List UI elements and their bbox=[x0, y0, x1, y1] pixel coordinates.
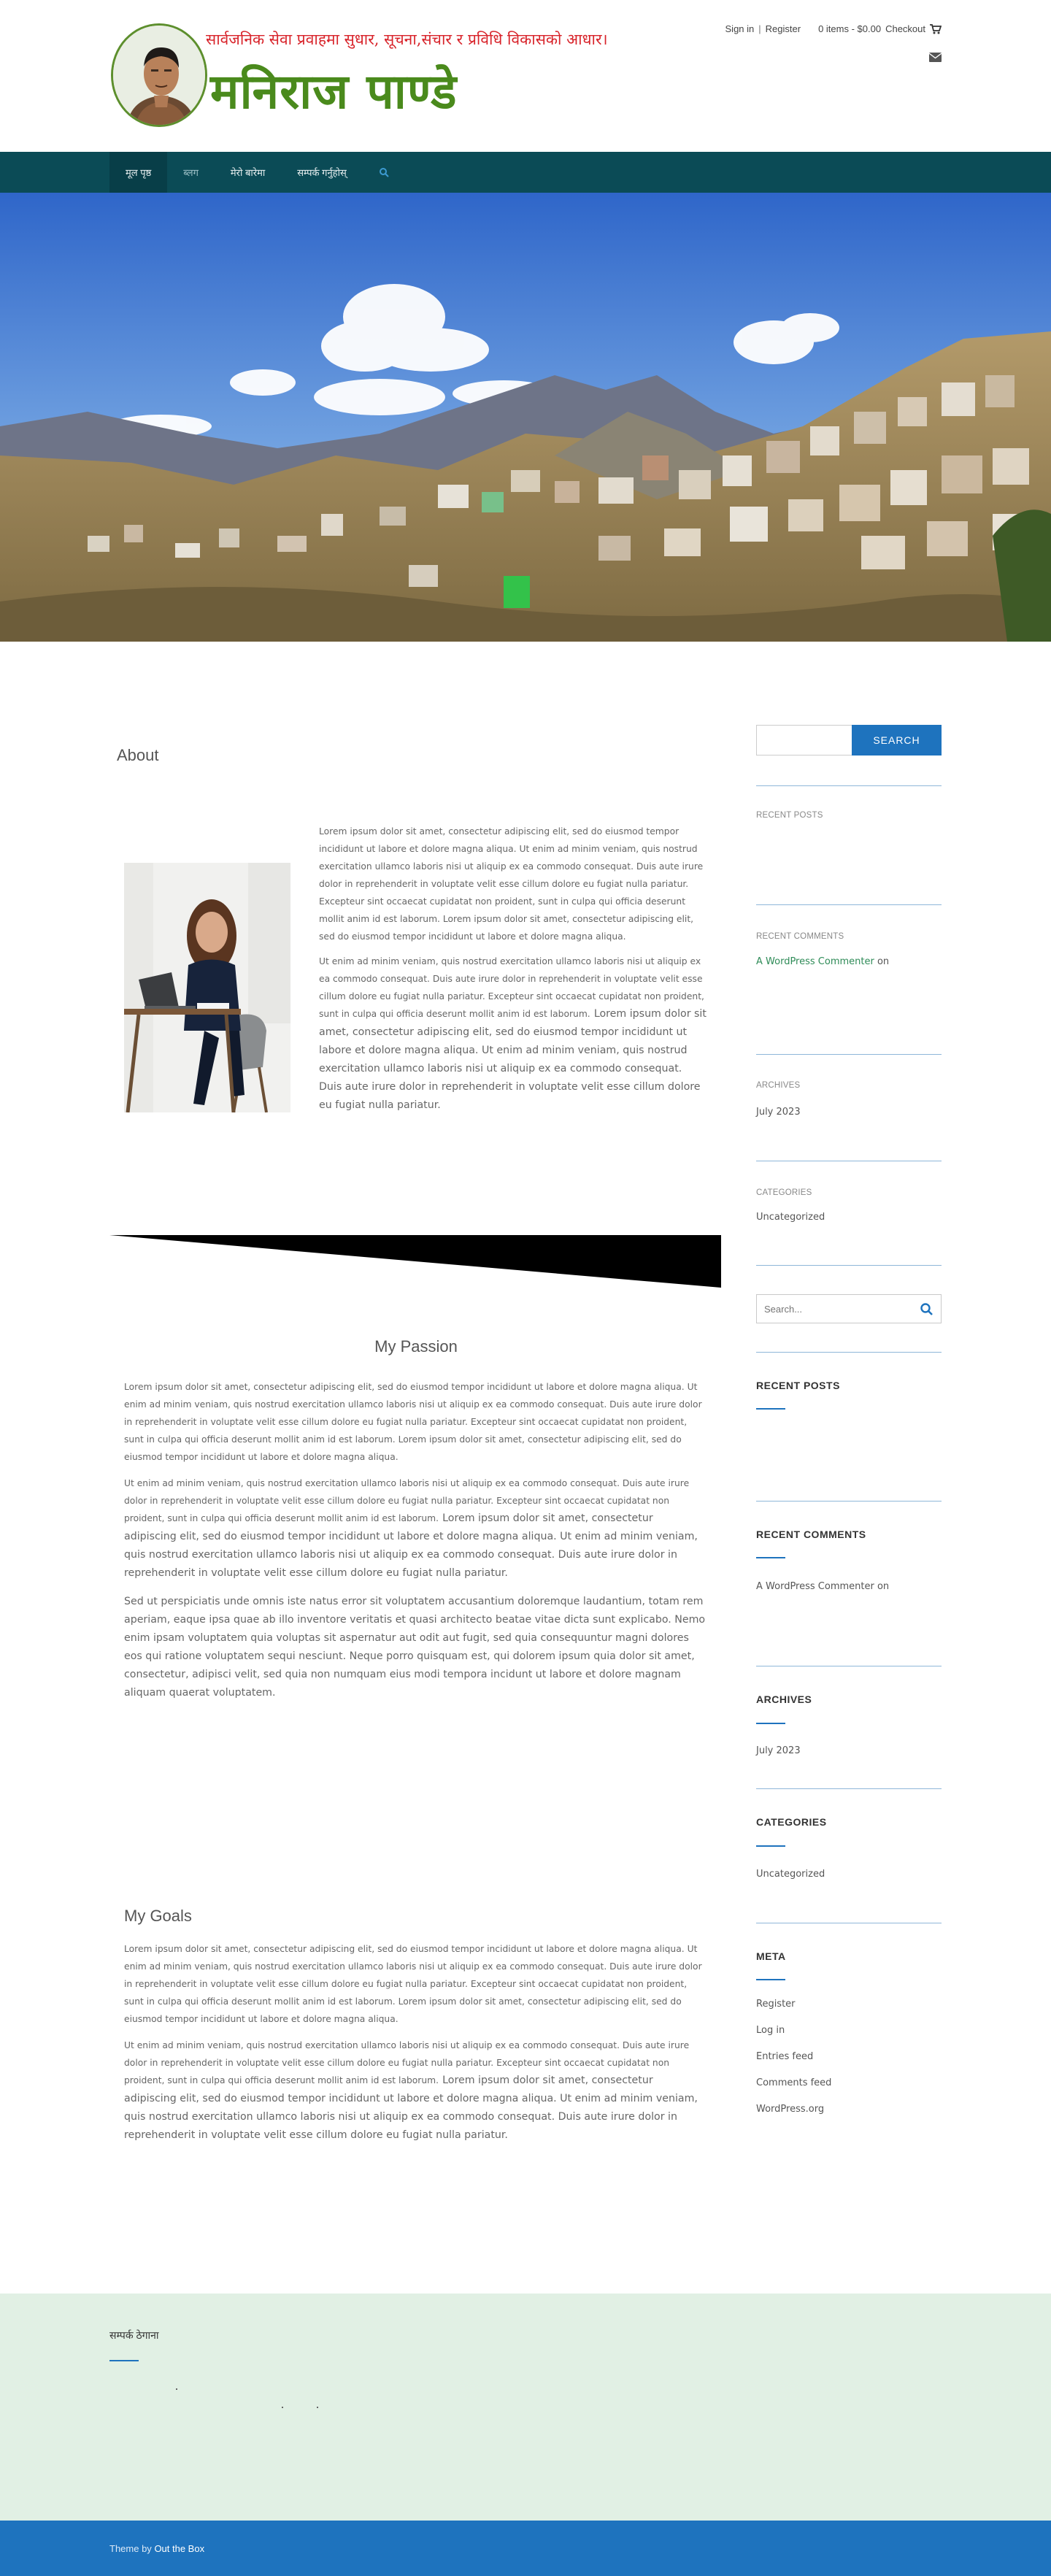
sidebar-divider bbox=[756, 1054, 942, 1055]
heading-underline bbox=[756, 1845, 785, 1847]
footer-dot bbox=[317, 2407, 318, 2408]
about-paragraph: Lorem ipsum dolor sit amet, consectetur … bbox=[319, 826, 704, 942]
search-icon bbox=[379, 168, 389, 177]
nav-search-button[interactable] bbox=[363, 152, 405, 193]
hero-banner bbox=[0, 193, 1051, 642]
passion-paragraph: Lorem ipsum dolor sit amet, consectetur … bbox=[124, 1382, 702, 1462]
recent-comments-heading-small: RECENT COMMENTS bbox=[756, 932, 844, 941]
theme-credit: Theme by Out the Box bbox=[109, 2543, 205, 2554]
nav-item-home[interactable]: मूल पृष्ठ bbox=[109, 152, 168, 193]
search-icon[interactable] bbox=[920, 1302, 933, 1316]
sidebar-divider bbox=[756, 1788, 942, 1789]
goals-paragraph: Lorem ipsum dolor sit amet, consectetur … bbox=[124, 1944, 702, 2024]
sidebar-search-input[interactable] bbox=[756, 725, 852, 756]
footer-bottom-bar: Theme by Out the Box bbox=[0, 2521, 1051, 2576]
sidebar-divider bbox=[756, 1265, 942, 1266]
sidebar-divider bbox=[756, 785, 942, 786]
categories-heading: CATEGORIES bbox=[756, 1816, 827, 1828]
shopping-cart-icon[interactable] bbox=[930, 23, 942, 34]
comment-on-text: on bbox=[877, 1581, 890, 1592]
link-separator: | bbox=[758, 23, 761, 34]
archives-heading-small: ARCHIVES bbox=[756, 1081, 801, 1090]
theme-credit-link[interactable]: Out the Box bbox=[154, 2543, 204, 2554]
site-header: सार्वजनिक सेवा प्रवाहमा सुधार, सूचना,संच… bbox=[0, 0, 1051, 152]
sidebar-search-button[interactable]: SEARCH bbox=[852, 725, 942, 756]
meta-links: Register Log in Entries feed Comments fe… bbox=[756, 1999, 831, 2130]
archives-heading: ARCHIVES bbox=[756, 1693, 812, 1705]
archive-link[interactable]: July 2023 bbox=[756, 1745, 801, 1756]
portrait-icon bbox=[113, 26, 205, 125]
envelope-icon[interactable] bbox=[928, 51, 942, 62]
nav-item-blog[interactable]: ब्लग bbox=[167, 152, 215, 193]
heading-underline bbox=[756, 1557, 785, 1558]
goals-heading: My Goals bbox=[124, 1907, 192, 1925]
sidebar-search-input-2[interactable] bbox=[757, 1295, 910, 1323]
recent-posts-heading: RECENT POSTS bbox=[756, 1380, 840, 1391]
site-title[interactable]: मनिराज पाण्डे bbox=[210, 57, 457, 123]
recent-comments-heading: RECENT COMMENTS bbox=[756, 1529, 866, 1540]
footer-dot bbox=[176, 2388, 177, 2390]
passion-heading: My Passion bbox=[374, 1337, 458, 1356]
mountain-town-image bbox=[0, 193, 1051, 642]
heading-underline bbox=[109, 2360, 139, 2361]
site-tagline: सार्वजनिक सेवा प्रवाहमा सुधार, सूचना,संच… bbox=[206, 31, 608, 48]
goals-text: Lorem ipsum dolor sit amet, consectetur … bbox=[124, 1940, 708, 2145]
about-photo bbox=[124, 863, 290, 1112]
recent-comment-item: A WordPress Commenter on bbox=[756, 1581, 889, 1592]
woman-at-desk-image bbox=[124, 863, 290, 1112]
meta-register-link[interactable]: Register bbox=[756, 1999, 796, 2010]
register-link[interactable]: Register bbox=[766, 23, 801, 34]
category-link[interactable]: Uncategorized bbox=[756, 1869, 825, 1880]
commenter-link[interactable]: A WordPress Commenter bbox=[756, 956, 874, 967]
footer-widget-title: सम्पर्क ठेगाना bbox=[109, 2329, 159, 2341]
sign-in-link[interactable]: Sign in bbox=[725, 23, 755, 34]
checkout-link[interactable]: Checkout bbox=[885, 23, 925, 34]
passion-paragraph: Sed ut perspiciatis unde omnis iste natu… bbox=[124, 1596, 706, 1699]
commenter-link[interactable]: A WordPress Commenter bbox=[756, 1581, 874, 1592]
cart-summary-link[interactable]: 0 items - $0.00 bbox=[818, 23, 881, 34]
category-link[interactable]: Uncategorized bbox=[756, 1212, 825, 1223]
about-text: Lorem ipsum dolor sit amet, consectetur … bbox=[319, 823, 707, 1115]
about-heading: About bbox=[117, 746, 159, 764]
sidebar-search-form-2 bbox=[756, 1294, 942, 1323]
logo-avatar[interactable] bbox=[111, 23, 207, 127]
passion-text: Lorem ipsum dolor sit amet, consectetur … bbox=[124, 1378, 708, 1711]
archive-link[interactable]: July 2023 bbox=[756, 1107, 801, 1118]
heading-underline bbox=[756, 1979, 785, 1980]
heading-underline bbox=[756, 1723, 785, 1724]
nav-item-about[interactable]: मेरो बारेमा bbox=[215, 152, 281, 193]
meta-entries-feed-link[interactable]: Entries feed bbox=[756, 2051, 813, 2062]
about-paragraph: Lorem ipsum dolor sit amet, consectetur … bbox=[319, 1008, 707, 1111]
sidebar-divider bbox=[756, 904, 942, 905]
comment-on-text: on bbox=[877, 956, 890, 967]
footer-widgets: सम्पर्क ठेगाना bbox=[0, 2294, 1051, 2521]
meta-wordpress-link[interactable]: WordPress.org bbox=[756, 2104, 824, 2115]
sidebar-divider bbox=[756, 1501, 942, 1502]
meta-login-link[interactable]: Log in bbox=[756, 2025, 785, 2036]
recent-posts-heading-small: RECENT POSTS bbox=[756, 811, 823, 820]
nav-item-contact[interactable]: सम्पर्क गर्नुहोस् bbox=[281, 152, 363, 193]
sidebar-divider bbox=[756, 1352, 942, 1353]
account-links: Sign in | Register 0 items - $0.00 Check… bbox=[725, 23, 942, 34]
heading-underline bbox=[756, 1408, 785, 1410]
meta-heading: META bbox=[756, 1950, 786, 1962]
categories-heading-small: CATEGORIES bbox=[756, 1188, 812, 1197]
recent-comment-item: A WordPress Commenter on bbox=[756, 956, 889, 967]
main-navigation: मूल पृष्ठ ब्लग मेरो बारेमा सम्पर्क गर्नु… bbox=[0, 152, 1051, 193]
sidebar-search-form: SEARCH bbox=[756, 725, 942, 756]
section-divider-shape bbox=[109, 1235, 721, 1288]
meta-comments-feed-link[interactable]: Comments feed bbox=[756, 2077, 831, 2088]
footer-dot bbox=[282, 2407, 283, 2408]
